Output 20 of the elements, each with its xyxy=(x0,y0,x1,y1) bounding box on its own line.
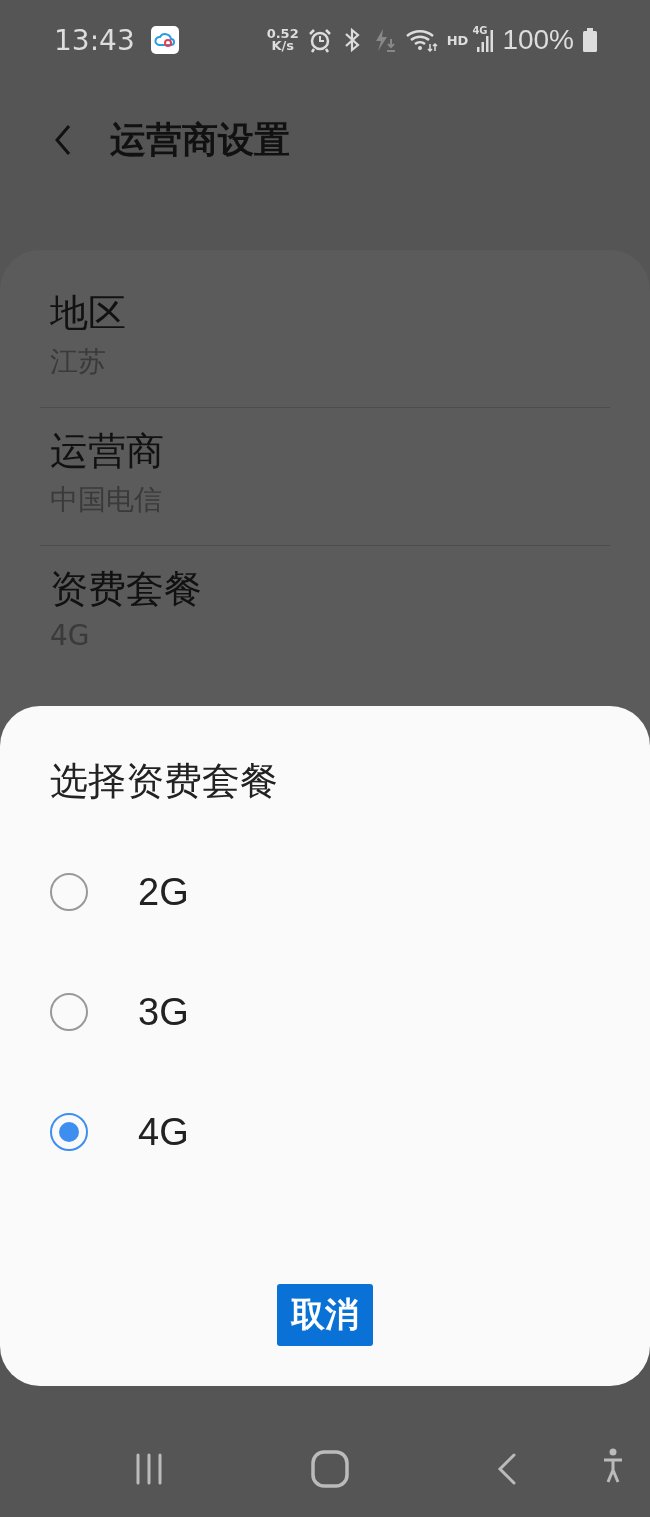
home-icon[interactable] xyxy=(311,1450,349,1488)
radio-button[interactable] xyxy=(50,873,88,911)
battery-icon xyxy=(582,27,598,53)
status-time: 13:43 xyxy=(54,23,135,57)
accessibility-icon[interactable] xyxy=(602,1448,624,1484)
battery-percent: 100% xyxy=(502,24,574,56)
net-speed-unit: K/s xyxy=(271,40,294,53)
plan-option[interactable]: 4G xyxy=(50,1111,600,1153)
plan-option[interactable]: 2G xyxy=(50,871,600,913)
plan-option[interactable]: 3G xyxy=(50,991,600,1033)
cancel-button[interactable]: 取消 xyxy=(277,1284,373,1346)
cloud-app-icon xyxy=(150,26,179,54)
radio-button[interactable] xyxy=(50,993,88,1031)
net-speed-value: 0.52 xyxy=(266,27,299,40)
network-type-label: 4G xyxy=(472,25,488,36)
wifi-icon xyxy=(404,27,439,53)
radio-button[interactable] xyxy=(50,1113,88,1151)
dialog-title: 选择资费套餐 xyxy=(50,758,279,805)
page-title: 运营商设置 xyxy=(110,117,290,162)
hd-label: HD xyxy=(446,32,469,48)
